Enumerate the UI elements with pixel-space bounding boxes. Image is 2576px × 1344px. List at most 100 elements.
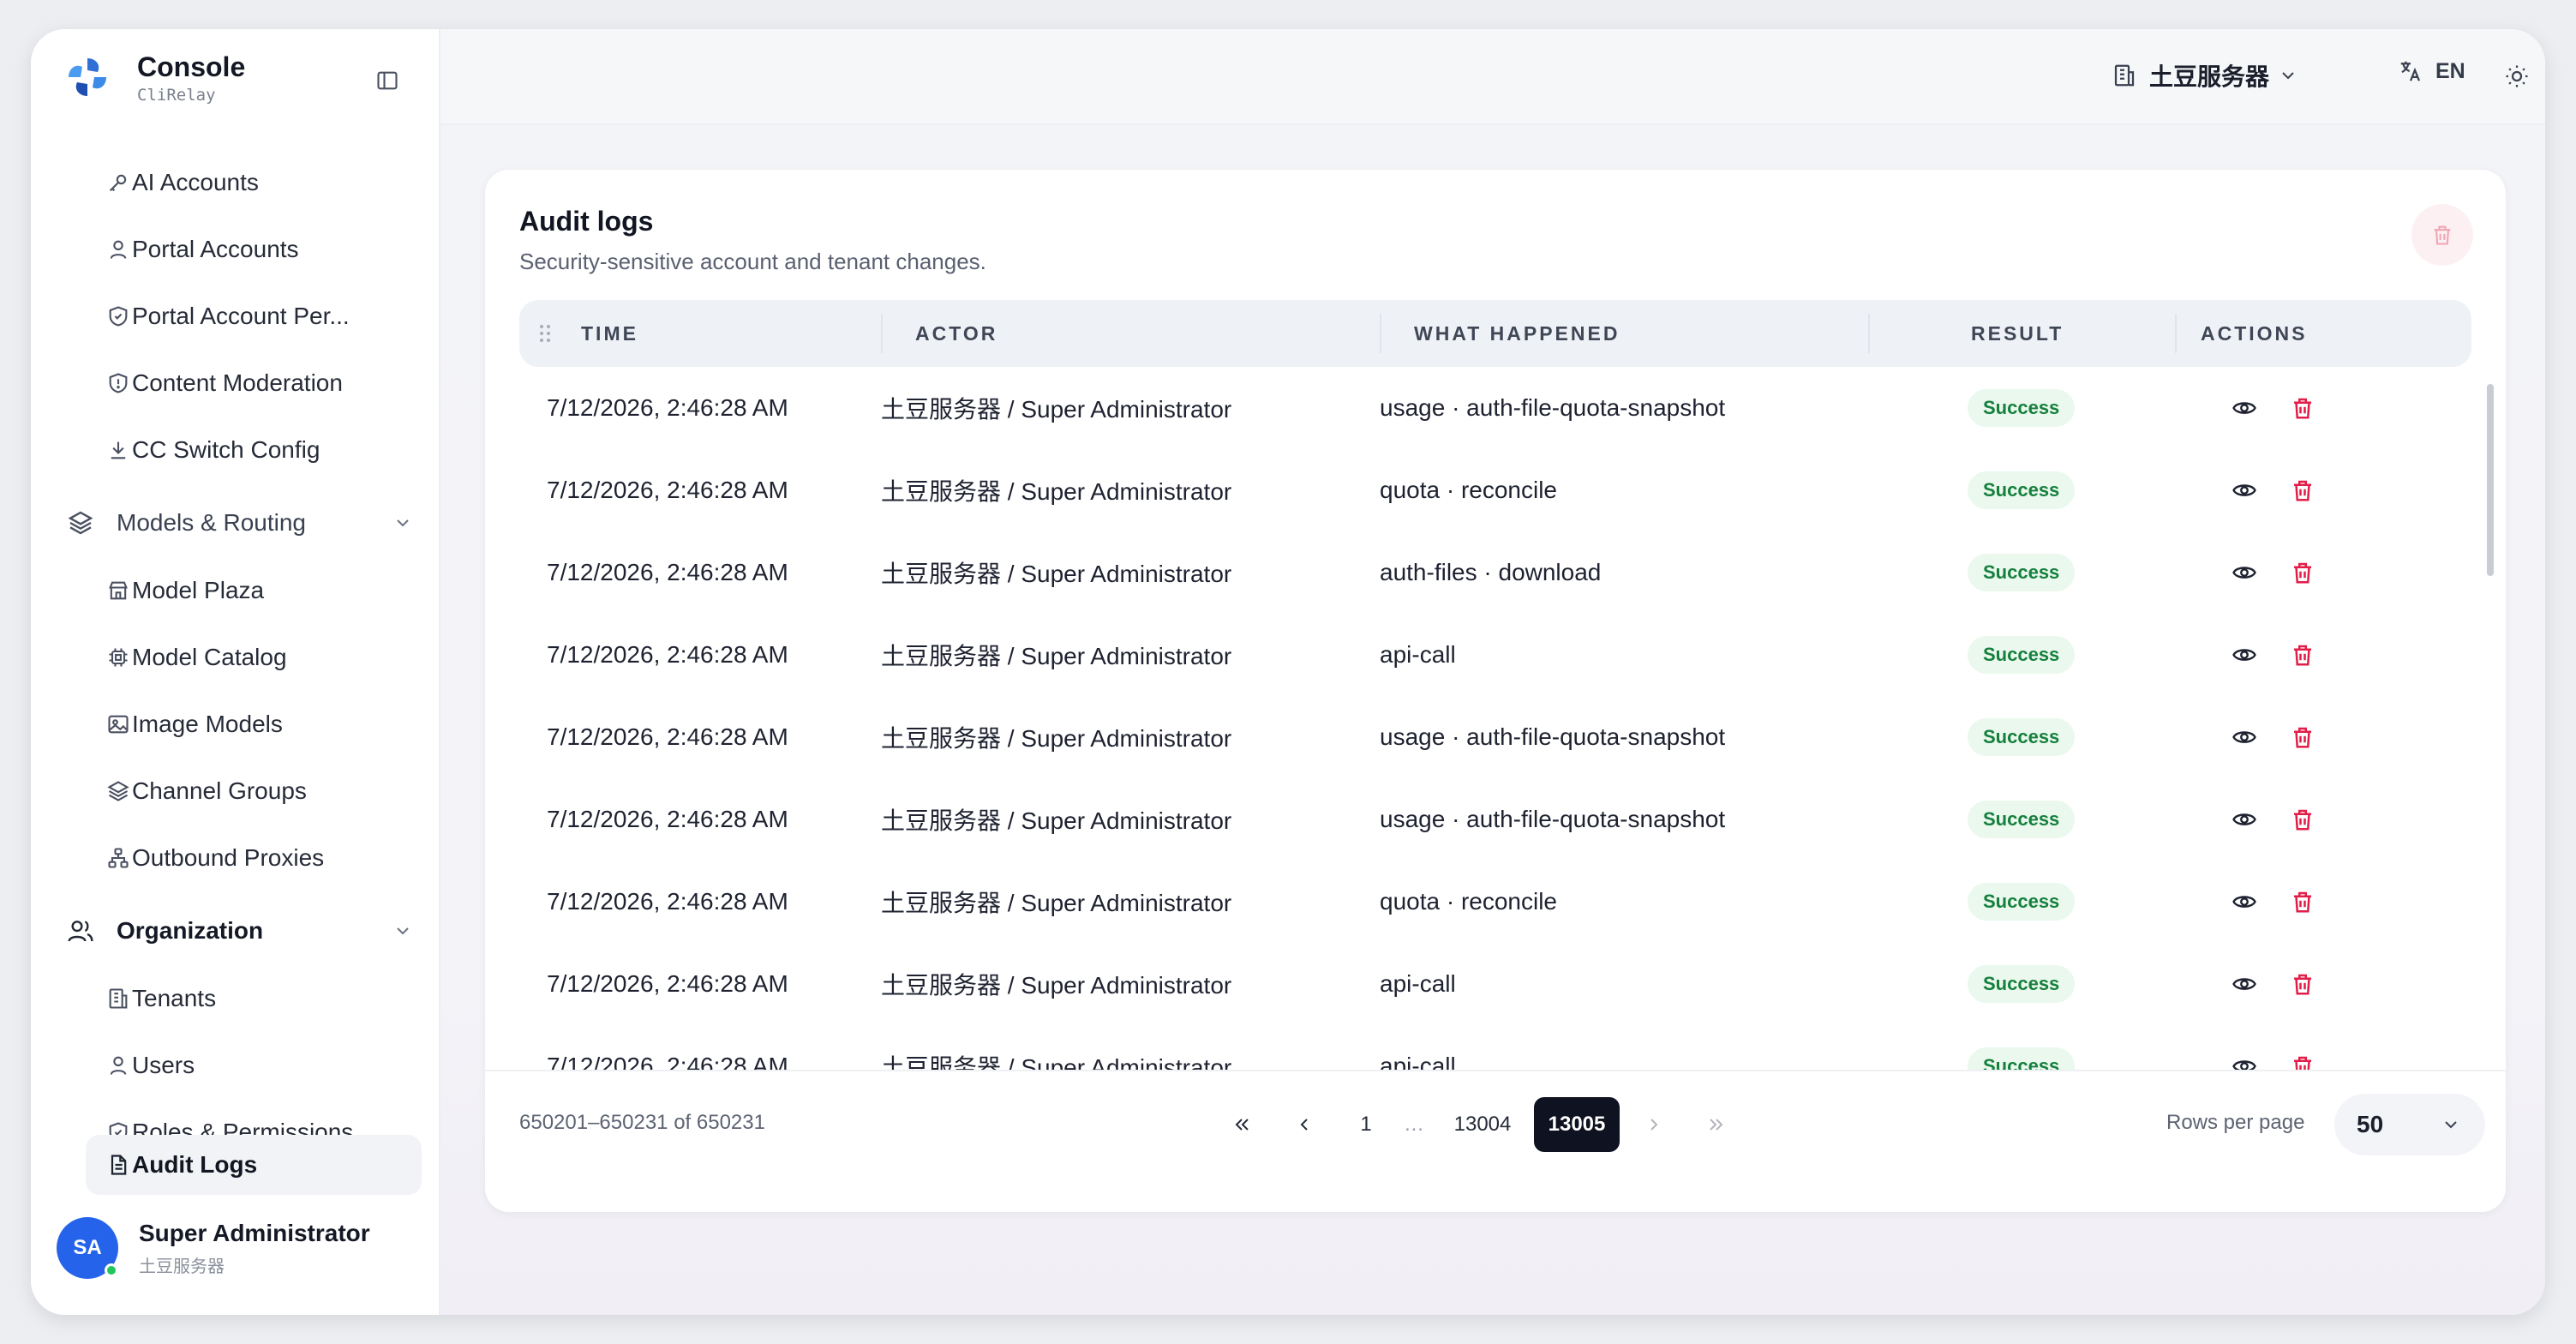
sidebar-item-portal-accounts[interactable]: Portal Accounts <box>86 219 422 279</box>
sidebar-item-ai-accounts[interactable]: AI Accounts <box>86 153 422 213</box>
sidebar-group-label: Organization <box>117 917 264 944</box>
page-subtitle: Security-sensitive account and tenant ch… <box>519 249 986 274</box>
table-scrollbar[interactable] <box>2487 384 2494 576</box>
eye-icon <box>2232 567 2256 579</box>
column-header-time[interactable]: TIME <box>581 300 638 367</box>
status-badge: Success <box>1968 1047 2076 1070</box>
table-row[interactable]: 7/12/2026, 2:46:28 AM 土豆服务器 / Super Admin… <box>519 861 2471 943</box>
delete-button[interactable] <box>2288 887 2317 916</box>
cell-time: 7/12/2026, 2:46:28 AM <box>547 394 788 421</box>
next-page-button[interactable] <box>1630 1097 1678 1152</box>
sidebar-item-label: Image Models <box>132 711 283 737</box>
user-icon <box>110 1056 127 1075</box>
eye-icon <box>2232 896 2256 908</box>
last-page-button[interactable] <box>1692 1097 1740 1152</box>
sidebar-item-cc-switch-config[interactable]: CC Switch Config <box>86 420 422 480</box>
sidebar-item-label: Channel Groups <box>132 777 307 804</box>
current-user[interactable]: SA Super Administrator 土豆服务器 <box>57 1217 370 1279</box>
status-badge: Success <box>1968 718 2076 756</box>
eye-icon <box>2232 813 2256 825</box>
delete-button[interactable] <box>2288 640 2317 669</box>
sidebar-item-model-catalog[interactable]: Model Catalog <box>86 627 422 687</box>
previous-page-button[interactable] <box>1280 1097 1328 1152</box>
delete-button[interactable] <box>2288 558 2317 587</box>
topbar: 土豆服务器 EN <box>440 29 2545 125</box>
app-window: Console CliRelay AI Accounts Portal Acco… <box>31 29 2545 1315</box>
rows-per-page-value: 50 <box>2357 1111 2384 1137</box>
sidebar-item-model-plaza[interactable]: Model Plaza <box>86 561 422 621</box>
brand[interactable]: Console CliRelay <box>63 50 245 105</box>
table-row[interactable]: 7/12/2026, 2:46:28 AM 土豆服务器 / Super Admin… <box>519 449 2471 531</box>
table-row[interactable]: 7/12/2026, 2:46:28 AM 土豆服务器 / Super Admin… <box>519 531 2471 614</box>
cell-what-happened: api-call <box>1380 1053 1456 1070</box>
table-row[interactable]: 7/12/2026, 2:46:28 AM 土豆服务器 / Super Admin… <box>519 696 2471 778</box>
sidebar-collapse-button[interactable] <box>370 63 404 98</box>
main-content: 土豆服务器 EN Audit logs Security-sensitive a… <box>440 29 2545 1315</box>
delete-button[interactable] <box>2288 723 2317 752</box>
view-button[interactable] <box>2230 805 2259 834</box>
online-status-dot <box>105 1263 118 1277</box>
theme-toggle-button[interactable] <box>2497 57 2537 96</box>
delete-button[interactable] <box>2288 1052 2317 1070</box>
cell-what-happened: auth-files · download <box>1380 559 1602 585</box>
audit-log-table-body: 7/12/2026, 2:46:28 AM 土豆服务器 / Super Admin… <box>519 367 2471 1070</box>
view-button[interactable] <box>2230 969 2259 999</box>
sidebar-item-channel-groups[interactable]: Channel Groups <box>86 761 422 821</box>
view-button[interactable] <box>2230 640 2259 669</box>
sidebar-group-models-routing[interactable]: Models & Routing <box>65 497 422 549</box>
rows-per-page-select[interactable]: 50 <box>2334 1094 2485 1155</box>
sidebar-item-portal-account-permissions[interactable]: Portal Account Per... <box>86 286 422 346</box>
sidebar: Console CliRelay AI Accounts Portal Acco… <box>31 29 440 1315</box>
drag-handle-icon[interactable] <box>538 323 552 344</box>
column-header-actor[interactable]: ACTOR <box>915 300 997 367</box>
sidebar-item-outbound-proxies[interactable]: Outbound Proxies <box>86 828 422 888</box>
delete-button[interactable] <box>2288 805 2317 834</box>
rows-per-page-label: Rows per page <box>2166 1111 2305 1134</box>
eye-icon <box>2232 731 2256 743</box>
cell-result: Success <box>1968 1025 2076 1070</box>
trash-icon <box>2434 225 2451 245</box>
shield-alert-icon <box>109 373 128 393</box>
tenant-switcher[interactable]: 土豆服务器 <box>2112 58 2298 93</box>
table-row[interactable]: 7/12/2026, 2:46:28 AM 土豆服务器 / Super Admin… <box>519 943 2471 1025</box>
delete-button[interactable] <box>2288 969 2317 999</box>
view-button[interactable] <box>2230 887 2259 916</box>
sidebar-item-image-models[interactable]: Image Models <box>86 694 422 754</box>
trash-icon <box>2294 974 2311 995</box>
table-row[interactable]: 7/12/2026, 2:46:28 AM 土豆服务器 / Super Admin… <box>519 614 2471 696</box>
delete-button[interactable] <box>2288 476 2317 505</box>
chip-icon <box>109 648 128 667</box>
delete-button[interactable] <box>2288 393 2317 423</box>
table-row[interactable]: 7/12/2026, 2:46:28 AM 土豆服务器 / Super Admin… <box>519 778 2471 861</box>
page-button-13004[interactable]: 13004 <box>1441 1097 1524 1152</box>
building-icon <box>2114 64 2135 87</box>
cell-time: 7/12/2026, 2:46:28 AM <box>547 970 788 997</box>
view-button[interactable] <box>2230 393 2259 423</box>
view-button[interactable] <box>2230 1052 2259 1070</box>
table-header: TIME ACTOR WHAT HAPPENED RESULT ACTIONS <box>519 300 2471 367</box>
clear-logs-button[interactable] <box>2411 204 2473 266</box>
column-header-what-happened[interactable]: WHAT HAPPENED <box>1414 300 1620 367</box>
column-header-actions[interactable]: ACTIONS <box>2201 300 2308 367</box>
current-page-button[interactable]: 13005 <box>1534 1097 1620 1152</box>
column-header-result[interactable]: RESULT <box>1971 300 2064 367</box>
sidebar-item-tenants[interactable]: Tenants <box>86 969 422 1029</box>
sidebar-item-users[interactable]: Users <box>86 1035 422 1095</box>
table-row[interactable]: 7/12/2026, 2:46:28 AM 土豆服务器 / Super Admin… <box>519 1025 2471 1070</box>
cell-result: Success <box>1968 778 2076 861</box>
first-page-button[interactable] <box>1219 1097 1267 1152</box>
sidebar-item-audit-logs[interactable]: Audit Logs <box>86 1135 422 1195</box>
sidebar-item-content-moderation[interactable]: Content Moderation <box>86 353 422 413</box>
view-button[interactable] <box>2230 558 2259 587</box>
pagination-footer: 650201–650231 of 650231 1 … 13004 13005 <box>485 1070 2506 1212</box>
avatar-initials: SA <box>73 1236 102 1259</box>
view-button[interactable] <box>2230 723 2259 752</box>
sidebar-group-organization[interactable]: Organization <box>65 905 422 957</box>
page-button-1[interactable]: 1 <box>1342 1097 1390 1152</box>
sidebar-item-label: AI Accounts <box>132 169 259 195</box>
cell-what-happened: quota · reconcile <box>1380 888 1558 915</box>
pagination-range: 650201–650231 of 650231 <box>519 1111 765 1134</box>
view-button[interactable] <box>2230 476 2259 505</box>
table-row[interactable]: 7/12/2026, 2:46:28 AM 土豆服务器 / Super Admin… <box>519 367 2471 449</box>
language-switcher[interactable]: EN <box>2398 58 2465 84</box>
